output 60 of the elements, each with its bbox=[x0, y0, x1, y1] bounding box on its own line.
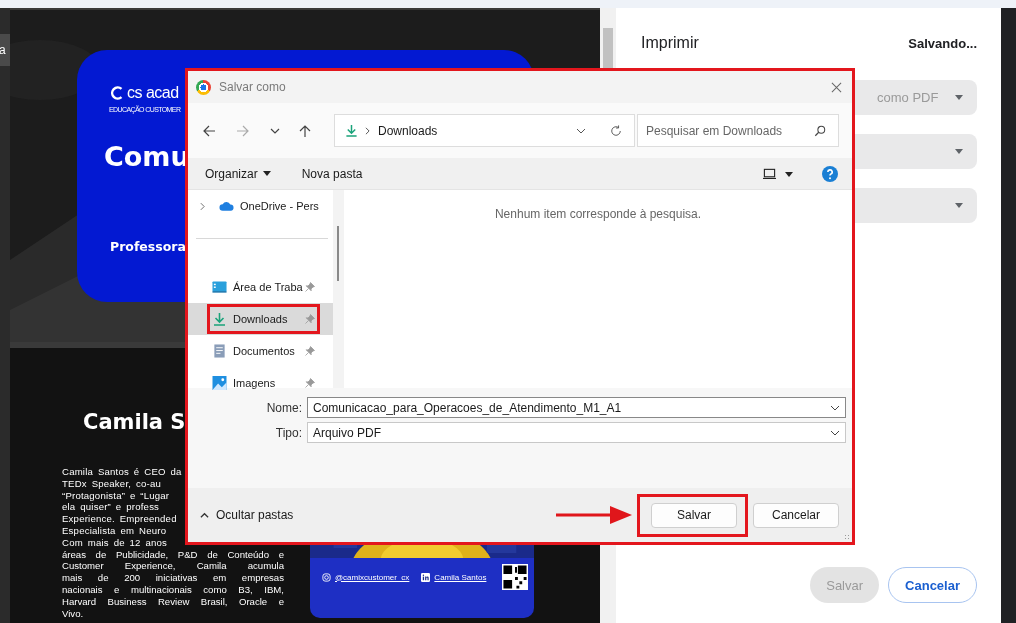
panel-title: Imprimir bbox=[641, 34, 699, 52]
search-icon bbox=[814, 125, 826, 137]
bio-line: Especialista em Neuro bbox=[62, 525, 167, 537]
bio-line: TEDx Speaker, co-au bbox=[62, 477, 161, 490]
refresh-icon[interactable] bbox=[610, 124, 622, 137]
bio-line: Camila Santos é CEO da bbox=[62, 466, 182, 478]
bio-line: Harvard Business Review Brasil, Oracle e bbox=[62, 595, 284, 608]
chevron-up-icon bbox=[200, 510, 209, 520]
qr-code-icon bbox=[502, 564, 528, 590]
nav-item[interactable]: Downloads bbox=[188, 303, 333, 335]
download-icon bbox=[212, 312, 227, 326]
close-icon[interactable] bbox=[831, 81, 842, 93]
bio-line: Experience. Empreended bbox=[62, 513, 177, 525]
bio-line: nacionais e multinacionais como B3, IBM, bbox=[62, 583, 284, 596]
nav-item[interactable]: Documentos bbox=[188, 335, 333, 367]
field-label: Tipo: bbox=[274, 425, 303, 440]
address-bar[interactable]: Downloads bbox=[334, 114, 635, 147]
social-handle: @camixcustomer_cx bbox=[335, 572, 410, 582]
bio-line: áreas de Publicidade, P&D de Conteúdo e bbox=[62, 548, 284, 561]
view-icon[interactable] bbox=[763, 167, 776, 180]
bio-line: Com mais de 12 anos bbox=[62, 536, 168, 549]
hide-folders-toggle[interactable]: Ocultar pastas bbox=[200, 508, 294, 522]
status-text: Salvando... bbox=[908, 35, 977, 51]
save-button[interactable]: Salvar bbox=[651, 502, 737, 528]
chevron-right-icon[interactable] bbox=[200, 201, 205, 211]
bio-line: Vivo. bbox=[62, 607, 84, 620]
desktop-icon bbox=[212, 280, 227, 294]
bio-line: ela quiser” e profess bbox=[62, 501, 160, 514]
organize-menu[interactable]: Organizar bbox=[205, 166, 271, 181]
empty-message: Nenhum item corresponde à pesquisa. bbox=[494, 207, 702, 221]
bio-line: “Protagonista” e “Lugar bbox=[62, 489, 170, 502]
up-arrow-icon[interactable] bbox=[298, 123, 312, 138]
in-badge-icon bbox=[421, 572, 431, 582]
logo-icon bbox=[111, 85, 125, 101]
social-handle: Camila Santos bbox=[434, 572, 487, 582]
search-field[interactable]: Pesquisar em Downloads bbox=[637, 114, 839, 147]
file-name-field[interactable]: Comunicacao_para_Operacoes_de_Atendimento_M1_A1 bbox=[307, 397, 846, 418]
back-icon[interactable] bbox=[202, 123, 216, 138]
dialog-title: Salvar como bbox=[219, 80, 286, 94]
cloud-icon bbox=[219, 199, 234, 213]
highlight-frame: Downloads bbox=[207, 304, 320, 334]
download-icon bbox=[345, 124, 358, 137]
field-label: Nome: bbox=[265, 400, 303, 415]
file-type-select[interactable]: Arquivo PDF bbox=[307, 422, 846, 443]
nav-item[interactable]: OneDrive - Pers bbox=[188, 190, 333, 222]
cut-text: a bbox=[0, 43, 6, 57]
bio-line: Customer Experience, Camila acumula bbox=[62, 560, 284, 573]
camera-icon bbox=[322, 572, 331, 582]
new-folder-button[interactable]: Nova pasta bbox=[301, 166, 363, 181]
chevron-right-icon bbox=[365, 126, 370, 135]
cover-title: Comu bbox=[104, 141, 190, 172]
cover-subtitle: Professora bbox=[110, 239, 186, 254]
help-icon[interactable] bbox=[822, 165, 838, 182]
logo-text: cs acad bbox=[127, 84, 179, 102]
cancel-button[interactable]: Cancelar bbox=[753, 502, 839, 528]
bio-line: mais de 200 iniciativas em empresas bbox=[62, 572, 284, 584]
cancel-button[interactable]: Cancelar bbox=[888, 567, 977, 603]
app-logo-icon bbox=[196, 79, 211, 95]
nav-item[interactable]: Área de Traba bbox=[188, 271, 333, 303]
document-icon bbox=[212, 344, 227, 358]
